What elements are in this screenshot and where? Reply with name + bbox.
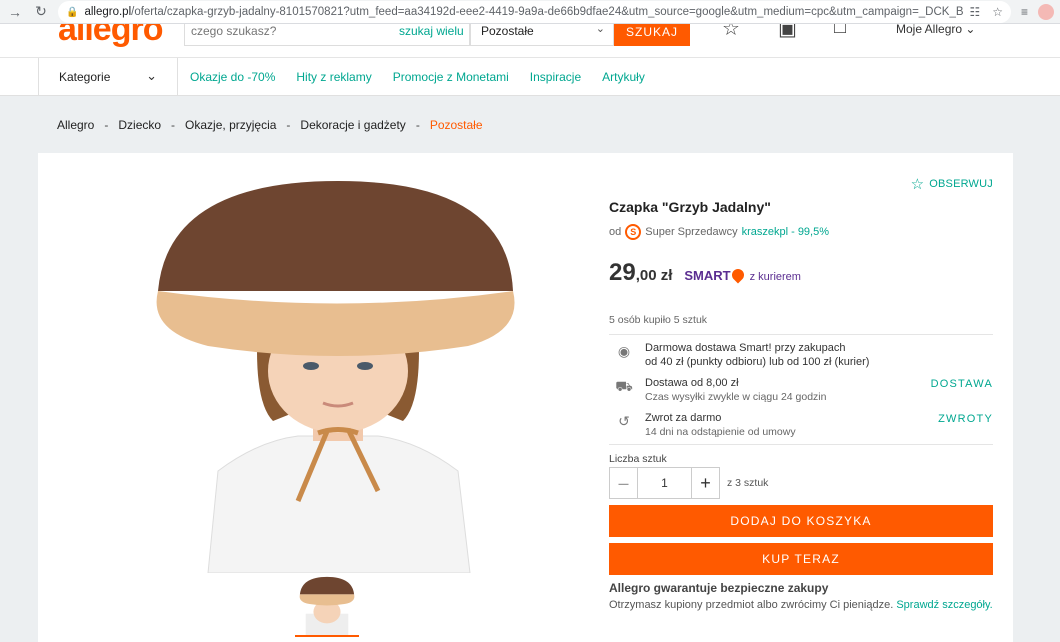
nav-link-articles[interactable]: Artykuły (602, 70, 645, 84)
seller-info: od S Super Sprzedawcy kraszekpl - 99,5% (609, 224, 829, 240)
add-to-cart-button[interactable]: DODAJ DO KOSZYKA (609, 505, 993, 537)
search-box: szukaj wielu (184, 24, 470, 46)
profile-avatar[interactable] (1038, 4, 1054, 20)
nav-link-ad-hits[interactable]: Hity z reklamy (296, 70, 371, 84)
smart-delivery-line2: od 40 zł (punkty odbioru) lub od 100 zł … (645, 356, 870, 368)
nav-link-deals[interactable]: Okazje do -70% (190, 70, 275, 84)
divider (609, 334, 993, 335)
smart-badge: SMART (684, 266, 747, 284)
observe-label: OBSERWUJ (929, 178, 993, 190)
return-truck-icon: ↺ (618, 413, 630, 429)
super-seller-label: Super Sprzedawcy (645, 226, 738, 238)
product-title: Czapka "Grzyb Jadalny" (609, 199, 771, 215)
chevron-down-icon: ⌄ (146, 68, 157, 83)
product-thumbnail[interactable] (295, 575, 359, 637)
shipping-text: Dostawa od 8,00 zł Czas wysyłki zwykle w… (645, 376, 826, 404)
category-select-value: Pozostałe (481, 24, 534, 38)
quantity-max: z 3 sztuk (727, 477, 769, 489)
reading-list-icon[interactable]: ≡ (1021, 5, 1028, 19)
smart-delivery-line1: Darmowa dostawa Smart! przy zakupach (645, 342, 846, 354)
search-many-link[interactable]: szukaj wielu (385, 24, 464, 38)
breadcrumb-current: Pozostałe (429, 118, 483, 132)
seller-link[interactable]: kraszekpl - 99,5% (742, 226, 829, 238)
star-icon[interactable]: ☆ (722, 24, 740, 41)
chevron-down-icon: ⌄ (595, 24, 605, 35)
breadcrumb: Allegro - Dziecko - Okazje, przyjęcia - … (57, 118, 483, 132)
returns-line1: Zwrot za darmo (645, 412, 722, 424)
cart-icon[interactable]: □ (834, 24, 846, 39)
site-header: allegro szukaj wielu Pozostałe ⌄ SZUKAJ … (0, 24, 1060, 58)
reload-icon[interactable]: ↻ (30, 1, 52, 23)
product-main-image[interactable] (148, 171, 528, 573)
nav-links: Okazje do -70% Hity z reklamy Promocje z… (190, 58, 645, 96)
my-allegro-menu[interactable]: Moje Allegro ⌄ (896, 24, 975, 36)
returns-line2: 14 dni na odstąpienie od umowy (645, 426, 796, 438)
returns-text: Zwrot za darmo 14 dni na odstąpienie od … (645, 411, 796, 439)
guarantee-title: Allegro gwarantuje bezpieczne zakupy (609, 581, 829, 595)
guarantee-details-link[interactable]: Sprawdź szczegóły. (896, 599, 992, 611)
breadcrumb-separator: - (104, 118, 109, 132)
search-input[interactable] (185, 24, 385, 38)
shipping-line2: Czas wysyłki zwykle w ciągu 24 godzin (645, 391, 827, 403)
address-bar[interactable]: 🔒 allegro.pl/oferta/czapka-grzyb-jadalny… (58, 1, 1011, 23)
my-allegro-label: Moje Allegro (896, 24, 963, 36)
lock-icon: 🔒 (66, 6, 79, 18)
courier-label: z kurierem (749, 271, 801, 283)
guarantee-text: Otrzymasz kupiony przedmiot albo zwrócim… (609, 599, 993, 611)
translate-icon[interactable]: ☷ (969, 5, 980, 19)
observe-button[interactable]: ☆ OBSERWUJ (911, 175, 993, 193)
location-pin-icon: ◉ (617, 343, 631, 359)
breadcrumb-item[interactable]: Okazje, przyjęcia (185, 118, 276, 132)
divider (609, 444, 993, 445)
breadcrumb-separator: - (415, 118, 420, 132)
breadcrumb-item[interactable]: Allegro (57, 118, 94, 132)
chat-icon[interactable]: ▣ (778, 24, 797, 41)
price: 29,00 zł (609, 259, 672, 287)
smart-delivery-text: Darmowa dostawa Smart! przy zakupach od … (645, 341, 869, 369)
breadcrumb-separator: - (171, 118, 176, 132)
truck-icon: ⛟ (615, 378, 633, 394)
search-button[interactable]: SZUKAJ (614, 24, 690, 46)
guarantee-description: Otrzymasz kupiony przedmiot albo zwrócim… (609, 599, 894, 611)
returns-link[interactable]: ZWROTY (938, 413, 993, 425)
buy-now-button[interactable]: KUP TERAZ (609, 543, 993, 575)
breadcrumb-item[interactable]: Dekoracje i gadżety (300, 118, 405, 132)
quantity-decrease-button[interactable]: – (610, 468, 638, 498)
price-decimal: ,00 zł (635, 267, 673, 284)
category-nav: Kategorie ⌄ Okazje do -70% Hity z reklam… (0, 58, 1060, 96)
smart-pin-icon (729, 266, 747, 284)
nav-link-inspirations[interactable]: Inspiracje (530, 70, 581, 84)
quantity-increase-button[interactable]: + (691, 468, 719, 498)
smart-delivery-info: ◉ Darmowa dostawa Smart! przy zakupach o… (609, 341, 993, 371)
browser-right-icons: ≡ (1021, 0, 1060, 24)
quantity-input[interactable] (638, 468, 691, 498)
price-main: 29 (609, 259, 636, 286)
categories-label: Kategorie (59, 70, 111, 84)
bookmark-star-icon[interactable]: ☆ (992, 5, 1003, 19)
returns-info: ↺ Zwrot za darmo 14 dni na odstąpienie o… (609, 411, 993, 441)
category-select[interactable]: Pozostałe ⌄ (470, 24, 614, 46)
categories-dropdown[interactable]: Kategorie ⌄ (38, 58, 178, 96)
seller-prefix: od (609, 226, 622, 238)
price-row: 29,00 zł SMART z kurierem (609, 259, 801, 287)
breadcrumb-separator: - (286, 118, 291, 132)
nav-link-coin-promos[interactable]: Promocje z Monetami (393, 70, 509, 84)
smart-label: SMART (684, 268, 731, 283)
back-arrow-icon[interactable]: → (4, 1, 26, 23)
browser-toolbar: → ↻ 🔒 allegro.pl/oferta/czapka-grzyb-jad… (0, 0, 1060, 24)
url-path: /oferta/czapka-grzyb-jadalny-8101570821?… (131, 6, 1004, 18)
star-icon: ☆ (910, 176, 925, 193)
shipping-line1: Dostawa od 8,00 zł (645, 377, 739, 389)
allegro-logo[interactable]: allegro (58, 24, 163, 49)
super-seller-badge-icon: S (625, 224, 642, 240)
bought-count: 5 osób kupiło 5 sztuk (609, 314, 708, 326)
quantity-label: Liczba sztuk (609, 453, 667, 465)
shipping-info: ⛟ Dostawa od 8,00 zł Czas wysyłki zwykle… (609, 376, 993, 406)
product-card: ☆ OBSERWUJ Czapka "Grzyb Jadalny" od S S… (38, 153, 1013, 642)
omnibox-icons: ☷ ☆ (963, 1, 1003, 23)
url-host: allegro.pl (84, 6, 132, 18)
shipping-link[interactable]: DOSTAWA (931, 378, 993, 390)
quantity-stepper: – + (609, 467, 720, 499)
breadcrumb-item[interactable]: Dziecko (118, 118, 161, 132)
